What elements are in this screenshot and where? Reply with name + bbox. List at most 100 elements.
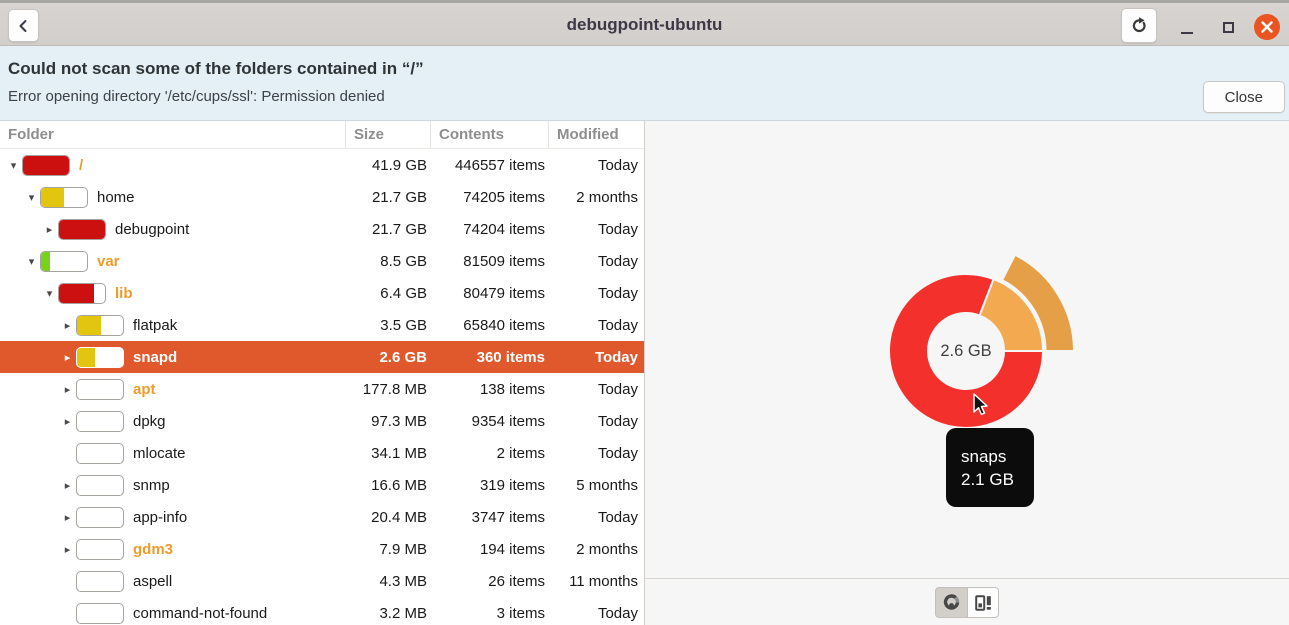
folder-modified: Today	[548, 221, 644, 238]
folder-contents: 9354 items	[430, 413, 548, 430]
folder-name: gdm3	[133, 541, 173, 558]
treemap-view-button[interactable]	[967, 587, 999, 618]
disk-usage-analyzer-window: debugpoint-ubuntu Could not scan some of…	[0, 0, 1289, 625]
expander-icon[interactable]: ▾	[5, 159, 22, 172]
folder-name: /	[79, 157, 83, 174]
folder-modified: Today	[548, 157, 644, 174]
folder-modified: Today	[548, 253, 644, 270]
titlebar: debugpoint-ubuntu	[0, 3, 1289, 46]
folder-name: apt	[133, 381, 156, 398]
close-window-button[interactable]	[1254, 14, 1280, 40]
folder-size: 8.5 GB	[345, 253, 430, 270]
usage-swatch	[76, 507, 124, 528]
folder-modified: Today	[548, 349, 644, 366]
table-row[interactable]: ▸flatpak3.5 GB65840 itemsToday	[0, 309, 644, 341]
table-row[interactable]: ▾var8.5 GB81509 itemsToday	[0, 245, 644, 277]
folder-size: 2.6 GB	[345, 349, 430, 366]
table-row[interactable]: ▸snapd2.6 GB360 itemsToday	[0, 341, 644, 373]
folder-contents: 2 items	[430, 445, 548, 462]
column-header-contents[interactable]: Contents	[430, 121, 548, 148]
table-row[interactable]: ▸debugpoint21.7 GB74204 itemsToday	[0, 213, 644, 245]
folder-name: app-info	[133, 509, 187, 526]
expander-icon[interactable]: ▾	[23, 191, 40, 204]
usage-swatch-fill	[59, 220, 105, 239]
folder-size: 3.2 MB	[345, 605, 430, 622]
usage-swatch-fill	[77, 348, 95, 367]
expander-icon[interactable]: ▸	[41, 223, 58, 236]
folder-tree-pane: Folder Size Contents Modified ▾ / 41.9 GB 4…	[0, 121, 645, 625]
banner-close-button[interactable]: Close	[1203, 81, 1285, 113]
folder-name: snmp	[133, 477, 170, 494]
table-row[interactable]: ▾/41.9 GB446557 itemsToday	[0, 149, 644, 181]
folder-contents: 3 items	[430, 605, 548, 622]
chart-center-label: 2.6 GB	[940, 342, 991, 360]
folder-modified: 2 months	[548, 541, 644, 558]
folder-size: 3.5 GB	[345, 317, 430, 334]
folder-size: 6.4 GB	[345, 285, 430, 302]
rings-chart-pane: 2.6 GB snaps 2.1 GB	[645, 121, 1289, 625]
column-header-size[interactable]: Size	[345, 121, 430, 148]
folder-modified: Today	[548, 381, 644, 398]
chart-view-switcher	[935, 587, 999, 618]
tooltip-folder-size: 2.1 GB	[961, 468, 1034, 491]
expander-icon[interactable]: ▸	[59, 319, 76, 332]
rings-chart-icon	[943, 594, 960, 611]
expander-icon[interactable]: ▾	[23, 255, 40, 268]
table-row[interactable]: mlocate 34.1 MB2 itemsToday	[0, 437, 644, 469]
folder-name: snapd	[133, 349, 177, 366]
table-row[interactable]: ▸app-info20.4 MB3747 itemsToday	[0, 501, 644, 533]
table-row[interactable]: ▸dpkg97.3 MB9354 itemsToday	[0, 405, 644, 437]
banner-title: Could not scan some of the folders conta…	[0, 46, 1289, 79]
maximize-icon	[1223, 22, 1234, 33]
expander-icon[interactable]: ▸	[59, 415, 76, 428]
usage-swatch	[76, 539, 124, 560]
folder-name: aspell	[133, 573, 172, 590]
folder-size: 4.3 MB	[345, 573, 430, 590]
table-row[interactable]: ▸gdm37.9 MB194 items2 months	[0, 533, 644, 565]
usage-swatch	[76, 315, 124, 336]
main-content: Folder Size Contents Modified ▾ / 41.9 GB 4…	[0, 121, 1289, 625]
rings-chart[interactable]: 2.6 GB	[645, 121, 1289, 578]
folder-size: 34.1 MB	[345, 445, 430, 462]
footer-divider	[645, 578, 1289, 579]
table-row[interactable]: aspell4.3 MB26 items11 months	[0, 565, 644, 597]
usage-swatch-fill	[59, 284, 94, 303]
table-row[interactable]: command-not-found3.2 MB3 itemsToday	[0, 597, 644, 625]
table-row[interactable]: ▸snmp16.6 MB319 items5 months	[0, 469, 644, 501]
folder-name: flatpak	[133, 317, 177, 334]
expander-icon[interactable]: ▸	[59, 543, 76, 556]
folder-size: 41.9 GB	[345, 157, 430, 174]
folder-name: mlocate	[133, 445, 186, 462]
expander-icon[interactable]: ▸	[59, 383, 76, 396]
tooltip-folder-name: snaps	[961, 445, 1034, 468]
folder-name: home	[97, 189, 135, 206]
usage-swatch-fill	[23, 156, 69, 175]
folder-modified: 2 months	[548, 189, 644, 206]
table-row[interactable]: ▾lib6.4 GB80479 itemsToday	[0, 277, 644, 309]
usage-swatch	[76, 571, 124, 592]
usage-swatch	[22, 155, 70, 176]
refresh-button[interactable]	[1121, 8, 1157, 43]
scan-warning-banner: Could not scan some of the folders conta…	[0, 46, 1289, 121]
usage-swatch	[76, 443, 124, 464]
banner-detail: Error opening directory '/etc/cups/ssl':…	[0, 79, 1289, 105]
folder-size: 21.7 GB	[345, 189, 430, 206]
expander-icon[interactable]: ▸	[59, 511, 76, 524]
folder-size: 97.3 MB	[345, 413, 430, 430]
column-header-modified[interactable]: Modified	[548, 121, 644, 148]
usage-swatch	[76, 411, 124, 432]
folder-modified: Today	[548, 445, 644, 462]
expander-icon[interactable]: ▸	[59, 351, 76, 364]
folder-size: 21.7 GB	[345, 221, 430, 238]
column-header-folder[interactable]: Folder	[0, 121, 345, 148]
maximize-button[interactable]	[1216, 17, 1240, 37]
rings-view-button[interactable]	[935, 587, 967, 618]
table-row[interactable]: ▸apt177.8 MB138 itemsToday	[0, 373, 644, 405]
folder-modified: 5 months	[548, 477, 644, 494]
segment-tooltip: snaps 2.1 GB	[946, 428, 1034, 507]
minimize-button[interactable]	[1175, 17, 1199, 37]
usage-swatch	[58, 219, 106, 240]
expander-icon[interactable]: ▾	[41, 287, 58, 300]
table-row[interactable]: ▾home21.7 GB74205 items2 months	[0, 181, 644, 213]
expander-icon[interactable]: ▸	[59, 479, 76, 492]
